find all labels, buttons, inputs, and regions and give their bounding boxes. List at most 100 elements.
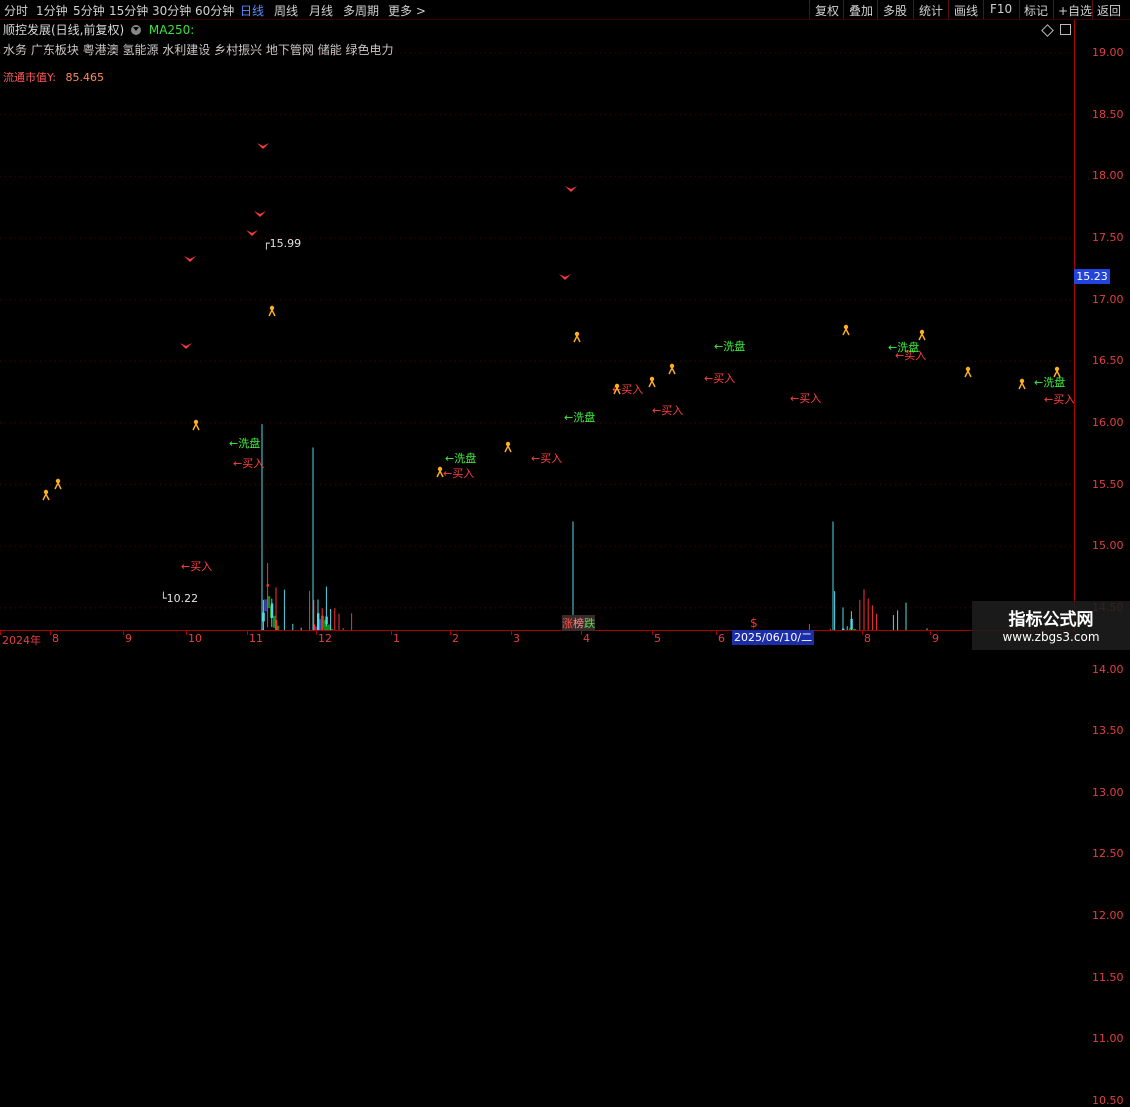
back-button[interactable]: 返回 <box>1097 2 1121 19</box>
date-tick <box>391 631 392 635</box>
butterfly-icon <box>184 256 196 262</box>
cursor-date: 2025/06/10/二 <box>732 630 814 645</box>
price-tick-label: 13.50 <box>1092 724 1124 738</box>
runner-icon-body <box>668 367 676 375</box>
candle-body <box>270 603 274 618</box>
high-price-label: ┌15.99 <box>263 237 301 250</box>
buy-signal-label: ←买入 <box>233 457 264 470</box>
runner-icon-body <box>192 423 200 431</box>
price-tick-label: 14.00 <box>1092 662 1124 676</box>
runner-icon-body <box>1018 382 1026 390</box>
runner-icon-body <box>573 335 581 343</box>
kline-chart[interactable]: ←买入←买入←买入←买入←买入←买入←买入←买入←买入←买入←洗盘←洗盘←洗盘←… <box>0 20 1074 630</box>
runner-icon-body <box>842 328 850 336</box>
runner-icon-body <box>964 370 972 378</box>
runner-icon <box>843 324 849 330</box>
date-label: 6 <box>718 632 725 645</box>
toolbar-divider <box>843 0 844 19</box>
date-label: 9 <box>125 632 132 645</box>
multi-stock-button[interactable]: 多股 <box>883 2 907 19</box>
date-label: 8 <box>52 632 59 645</box>
period-toolbar: 分时 1分钟 5分钟 15分钟 30分钟 60分钟 日线 周线 月线 多周期 更… <box>0 0 1130 20</box>
toolbar-divider <box>1053 0 1054 19</box>
butterfly-icon <box>246 230 258 236</box>
butterfly-icon <box>254 211 266 217</box>
date-tick <box>581 631 582 635</box>
buy-signal-label: ←买入 <box>652 404 683 417</box>
candle-body <box>266 584 269 587</box>
date-tick <box>862 631 863 635</box>
mark-button[interactable]: 标记 <box>1024 2 1048 19</box>
date-tick <box>186 631 187 635</box>
candle-body <box>850 618 853 630</box>
period-monthly[interactable]: 月线 <box>309 2 333 19</box>
date-tick <box>930 631 931 635</box>
period-5min[interactable]: 5分钟 <box>73 2 105 19</box>
runner-icon-body <box>504 445 512 453</box>
buy-signal-label: ←买入 <box>181 560 212 573</box>
watermark-url: www.zbgs3.com <box>1002 630 1100 644</box>
bang-char: 榜 <box>573 617 584 630</box>
dollar-marker-icon[interactable]: $ <box>750 616 758 630</box>
date-tick <box>511 631 512 635</box>
runner-icon <box>505 441 511 447</box>
date-tick <box>123 631 124 635</box>
date-label: 12 <box>318 632 332 645</box>
price-tick-label: 18.50 <box>1092 107 1124 121</box>
runner-icon <box>437 466 443 472</box>
period-15min[interactable]: 15分钟 <box>109 2 148 19</box>
runner-icon-body <box>918 333 926 341</box>
date-label: 8 <box>864 632 871 645</box>
toolbar-divider <box>913 0 914 19</box>
candle-body <box>317 613 320 630</box>
price-tick-label: 17.50 <box>1092 230 1124 244</box>
date-tick <box>716 631 717 635</box>
wash-signal-label: ←洗盘 <box>445 451 476 465</box>
runner-icon <box>193 419 199 425</box>
current-price-tag: 15.23 <box>1074 269 1110 284</box>
limit-board-marker[interactable]: 涨榜跌 <box>562 615 595 631</box>
add-watchlist-button[interactable]: +自选 <box>1058 2 1092 19</box>
price-tick-label: 16.00 <box>1092 415 1124 429</box>
trend-segment <box>264 599 268 612</box>
zhang-char: 涨 <box>562 617 573 630</box>
low-price-label: └10.22 <box>160 591 198 605</box>
overlay-button[interactable]: 叠加 <box>849 2 873 19</box>
period-30min[interactable]: 30分钟 <box>152 2 191 19</box>
toolbar-divider <box>877 0 878 19</box>
draw-line-button[interactable]: 画线 <box>954 2 978 19</box>
price-tick-label: 12.00 <box>1092 909 1124 923</box>
date-label: 9 <box>932 632 939 645</box>
date-tick <box>652 631 653 635</box>
period-multi[interactable]: 多周期 <box>343 2 379 19</box>
runner-icon-body <box>54 482 62 490</box>
runner-icon <box>965 366 971 372</box>
statistics-button[interactable]: 统计 <box>919 2 943 19</box>
date-label: 2 <box>452 632 459 645</box>
f10-button[interactable]: F10 <box>990 2 1012 16</box>
runner-icon <box>669 363 675 369</box>
runner-icon-body <box>42 493 50 501</box>
date-label: 2024年 <box>2 634 41 647</box>
runner-icon <box>43 489 49 495</box>
period-intraday[interactable]: 分时 <box>4 2 28 19</box>
period-more[interactable]: 更多 > <box>388 2 426 19</box>
restore-rights-button[interactable]: 复权 <box>815 2 839 19</box>
period-1min[interactable]: 1分钟 <box>36 2 68 19</box>
buy-signal-label: ←买入 <box>790 392 821 405</box>
date-label: 10 <box>188 632 202 645</box>
candle-body <box>275 620 278 630</box>
toolbar-divider <box>809 0 810 19</box>
price-tick-label: 17.00 <box>1092 292 1124 306</box>
period-60min[interactable]: 60分钟 <box>195 2 234 19</box>
wash-signal-label: ←洗盘 <box>229 436 260 450</box>
price-tick-label: 13.00 <box>1092 785 1124 799</box>
butterfly-icon <box>180 343 192 349</box>
runner-icon-body <box>268 309 276 317</box>
period-daily[interactable]: 日线 <box>240 2 264 19</box>
date-tick <box>316 631 317 635</box>
buy-signal-label: ←买入 <box>704 372 735 385</box>
price-tick-label: 18.00 <box>1092 169 1124 183</box>
period-weekly[interactable]: 周线 <box>274 2 298 19</box>
date-label: 4 <box>583 632 590 645</box>
